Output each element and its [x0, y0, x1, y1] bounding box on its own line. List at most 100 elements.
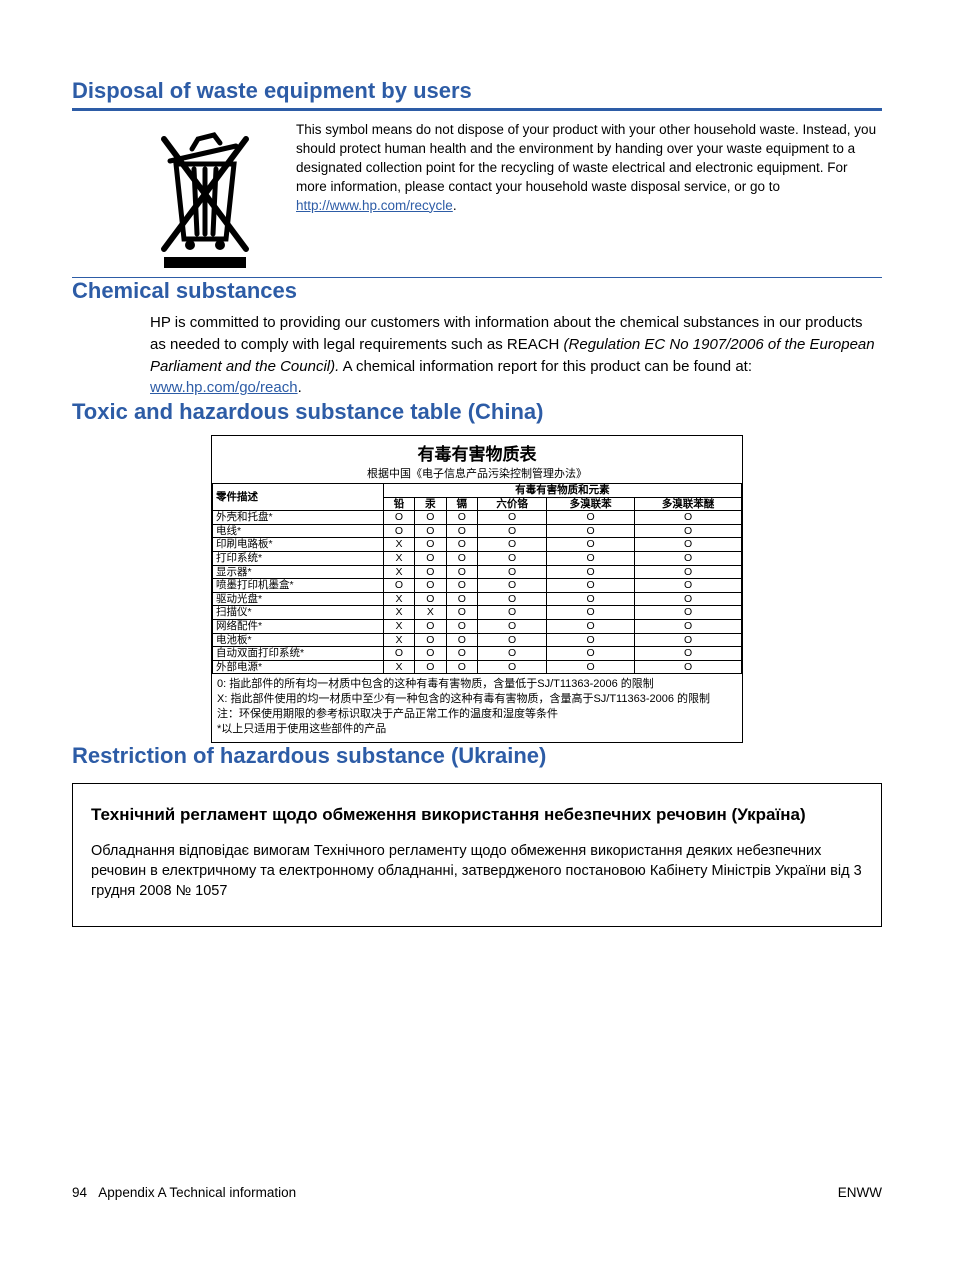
cell-value: O	[635, 660, 742, 674]
cell-value: O	[415, 633, 446, 647]
note4: *以上只适用于使用这些部件的产品	[217, 722, 737, 737]
cell-value: O	[478, 579, 547, 593]
cell-value: O	[635, 565, 742, 579]
cell-value: O	[478, 551, 547, 565]
cell-value: O	[415, 579, 446, 593]
table-row: 外壳和托盘*OOOOOO	[213, 511, 742, 525]
table-row: 外部电源*XOOOOO	[213, 660, 742, 674]
col-desc: 零件描述	[213, 484, 384, 511]
cell-value: O	[547, 633, 635, 647]
cell-value: O	[635, 647, 742, 661]
cell-value: O	[478, 619, 547, 633]
cell-value: X	[415, 606, 446, 620]
cell-value: X	[383, 592, 414, 606]
page-number: 94	[72, 1185, 87, 1200]
cell-value: O	[547, 511, 635, 525]
recycle-link[interactable]: http://www.hp.com/recycle	[296, 198, 453, 213]
page-footer: 94 Appendix A Technical information ENWW	[72, 1185, 882, 1200]
chem-mid: A chemical information report for this p…	[339, 358, 752, 375]
table-row: 自动双面打印系统*OOOOOO	[213, 647, 742, 661]
table-row: 喷墨打印机墨盒*OOOOOO	[213, 579, 742, 593]
waste-body-pre: This symbol means do not dispose of your…	[296, 122, 876, 194]
heading-toxic: Toxic and hazardous substance table (Chi…	[72, 399, 882, 425]
cell-value: O	[415, 647, 446, 661]
cell-value: O	[446, 633, 477, 647]
cell-value: O	[415, 565, 446, 579]
cell-value: O	[478, 606, 547, 620]
cell-value: O	[478, 565, 547, 579]
row-label: 外部电源*	[213, 660, 384, 674]
col-sub: 多溴联苯	[547, 497, 635, 511]
cell-value: O	[547, 551, 635, 565]
table-row: 驱动光盘*XOOOOO	[213, 592, 742, 606]
cell-value: O	[446, 524, 477, 538]
col-sub: 汞	[415, 497, 446, 511]
cell-value: O	[547, 538, 635, 552]
col-sub: 六价铬	[478, 497, 547, 511]
row-label: 打印系统*	[213, 551, 384, 565]
toxic-table-sub: 根据中国《电子信息产品污染控制管理办法》	[212, 465, 742, 483]
cell-value: O	[547, 592, 635, 606]
cell-value: O	[478, 524, 547, 538]
cell-value: O	[547, 619, 635, 633]
col-sub: 铅	[383, 497, 414, 511]
cell-value: O	[415, 619, 446, 633]
footer-left: Appendix A Technical information	[98, 1185, 296, 1200]
chem-post: .	[298, 379, 302, 396]
note3: 注：环保使用期限的参考标识取决于产品正常工作的温度和湿度等条件	[217, 707, 737, 722]
row-label: 驱动光盘*	[213, 592, 384, 606]
cell-value: O	[547, 565, 635, 579]
row-label: 扫描仪*	[213, 606, 384, 620]
toxic-table-wrap: 有毒有害物质表 根据中国《电子信息产品污染控制管理办法》 零件描述 有毒有害物质…	[211, 435, 743, 743]
waste-block: This symbol means do not dispose of your…	[72, 119, 882, 269]
cell-value: O	[415, 660, 446, 674]
rule-thick	[72, 108, 882, 111]
heading-chemical: Chemical substances	[72, 278, 882, 304]
table-row: 电池板*XOOOOO	[213, 633, 742, 647]
waste-text: This symbol means do not dispose of your…	[296, 119, 882, 269]
cell-value: X	[383, 565, 414, 579]
cell-value: O	[415, 524, 446, 538]
table-row: 网络配件*XOOOOO	[213, 619, 742, 633]
toxic-table-title: 有毒有害物质表	[212, 436, 742, 465]
cell-value: O	[547, 579, 635, 593]
cell-value: O	[635, 592, 742, 606]
cell-value: O	[635, 511, 742, 525]
cell-value: X	[383, 551, 414, 565]
waste-body-post: .	[453, 198, 457, 213]
ukraine-box-title: Технічний регламент щодо обмеження викор…	[91, 804, 863, 827]
row-label: 网络配件*	[213, 619, 384, 633]
reach-link[interactable]: www.hp.com/go/reach	[150, 379, 298, 396]
toxic-table: 零件描述 有毒有害物质和元素 铅汞镉六价铬多溴联苯多溴联苯醚 外壳和托盘*OOO…	[212, 483, 742, 674]
cell-value: O	[446, 647, 477, 661]
row-label: 自动双面打印系统*	[213, 647, 384, 661]
cell-value: O	[446, 606, 477, 620]
cell-value: O	[478, 511, 547, 525]
weee-icon	[150, 119, 260, 269]
cell-value: O	[383, 524, 414, 538]
footer-right: ENWW	[838, 1185, 882, 1200]
cell-value: O	[547, 647, 635, 661]
cell-value: O	[415, 538, 446, 552]
cell-value: X	[383, 538, 414, 552]
cell-value: O	[415, 551, 446, 565]
note2: X: 指此部件使用的均一材质中至少有一种包含的这种有毒有害物质，含量高于SJ/T…	[217, 692, 737, 707]
cell-value: X	[383, 660, 414, 674]
cell-value: X	[383, 606, 414, 620]
table-row: 扫描仪*XXOOOO	[213, 606, 742, 620]
col-sub: 镉	[446, 497, 477, 511]
toxic-notes: 0: 指此部件的所有均一材质中包含的这种有毒有害物质，含量低于SJ/T11363…	[212, 674, 742, 741]
cell-value: O	[635, 538, 742, 552]
row-label: 印刷电路板*	[213, 538, 384, 552]
cell-value: O	[446, 579, 477, 593]
cell-value: O	[446, 619, 477, 633]
cell-value: O	[446, 660, 477, 674]
cell-value: O	[635, 633, 742, 647]
cell-value: O	[635, 619, 742, 633]
cell-value: O	[547, 660, 635, 674]
chemical-body: HP is committed to providing our custome…	[72, 312, 882, 399]
cell-value: O	[383, 579, 414, 593]
table-row: 显示器*XOOOOO	[213, 565, 742, 579]
table-row: 印刷电路板*XOOOOO	[213, 538, 742, 552]
cell-value: O	[383, 511, 414, 525]
